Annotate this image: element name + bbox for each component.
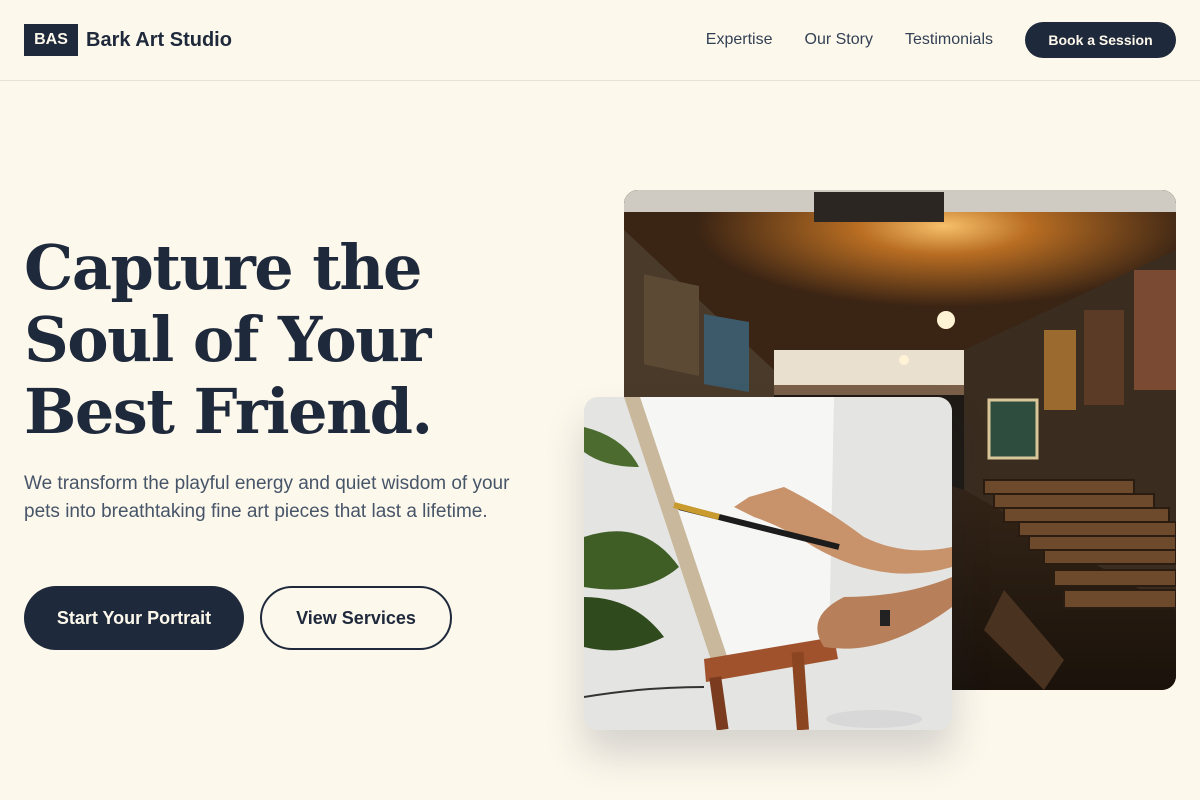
book-session-button[interactable]: Book a Session [1025,22,1176,58]
nav-link-expertise[interactable]: Expertise [706,31,773,49]
hero-subtitle: We transform the playful energy and quie… [24,473,510,522]
start-portrait-button[interactable]: Start Your Portrait [24,586,244,650]
hero-title: Capture the Soul of Your Best Friend. [24,232,544,448]
brand-name[interactable]: Bark Art Studio [86,29,232,52]
hero-title-line-1: Capture the [24,231,422,304]
view-services-button[interactable]: View Services [260,586,452,650]
site-header: BAS Bark Art Studio Expertise Our Story … [0,0,1200,81]
brand-logo[interactable]: BAS [24,24,78,56]
nav-link-testimonials[interactable]: Testimonials [905,31,993,49]
brand[interactable]: BAS Bark Art Studio [24,24,232,56]
hero-title-line-2: Soul of Your [24,303,431,376]
main-nav: Expertise Our Story Testimonials Book a … [706,22,1176,58]
nav-link-our-story[interactable]: Our Story [805,31,873,49]
painting-photo [584,397,952,730]
painting-photo-illustration [584,397,952,730]
hero-title-line-3: Best Friend. [24,375,433,448]
